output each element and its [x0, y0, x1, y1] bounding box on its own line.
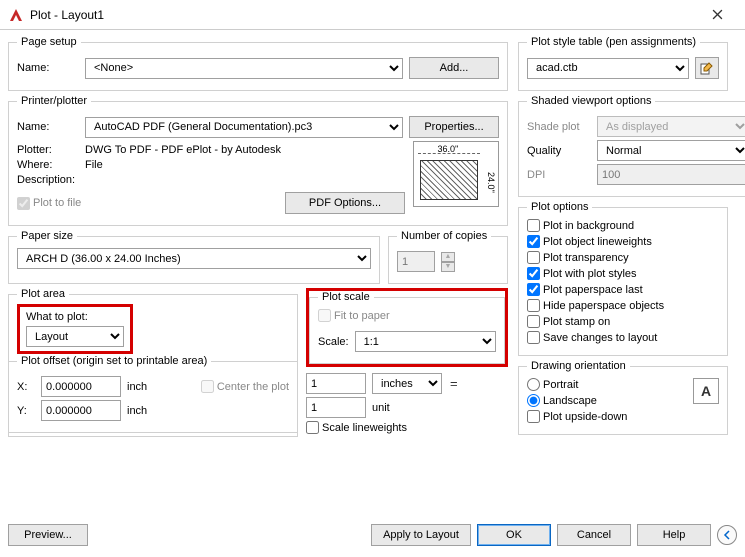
app-icon: [8, 7, 24, 23]
cancel-button[interactable]: Cancel: [557, 524, 631, 546]
page-setup-name-label: Name:: [17, 62, 79, 74]
shade-plot-label: Shade plot: [527, 121, 591, 133]
plot-scale-legend: Plot scale: [318, 291, 374, 303]
collapse-button[interactable]: [717, 525, 737, 545]
fit-to-paper-checkbox: Fit to paper: [318, 309, 390, 322]
scale-select[interactable]: 1:1: [355, 331, 496, 352]
close-button[interactable]: [697, 1, 737, 29]
paper-size-select[interactable]: ARCH D (36.00 x 24.00 Inches): [17, 248, 371, 269]
plotter-label: Plotter:: [17, 144, 79, 156]
printer-name-label: Name:: [17, 121, 79, 133]
copies-down: ▼: [441, 262, 455, 272]
plot-scale-wrap: Plot scale Fit to paper Scale: 1:1: [306, 288, 508, 437]
ok-button[interactable]: OK: [477, 524, 551, 546]
footer: Preview... Apply to Layout OK Cancel Hel…: [0, 520, 745, 554]
copies-input: [397, 251, 435, 272]
preview-button[interactable]: Preview...: [8, 524, 88, 546]
fit-to-paper-input: [318, 309, 331, 322]
copies-spinner: ▲ ▼: [441, 252, 455, 272]
plot-bg-checkbox[interactable]: Plot in background: [527, 219, 634, 232]
scale-label: Scale:: [318, 336, 349, 348]
quality-select[interactable]: Normal: [597, 140, 745, 161]
scale-lineweights-checkbox[interactable]: Scale lineweights: [306, 421, 407, 434]
properties-button[interactable]: Properties...: [409, 116, 499, 138]
plot-styles-checkbox[interactable]: Plot with plot styles: [527, 267, 637, 280]
where-value: File: [85, 159, 103, 171]
scale-num-input[interactable]: [306, 373, 366, 394]
help-button[interactable]: Help: [637, 524, 711, 546]
plot-stamp-checkbox[interactable]: Plot stamp on: [527, 315, 610, 328]
add-button[interactable]: Add...: [409, 57, 499, 79]
plot-options-legend: Plot options: [527, 201, 592, 213]
description-label: Description:: [17, 174, 79, 186]
plot-style-select[interactable]: acad.ctb: [527, 58, 689, 79]
apply-to-layout-button[interactable]: Apply to Layout: [371, 524, 471, 546]
portrait-radio[interactable]: Portrait: [527, 378, 578, 391]
where-label: Where:: [17, 159, 79, 171]
hide-paperspace-checkbox[interactable]: Hide paperspace objects: [527, 299, 664, 312]
orientation-legend: Drawing orientation: [527, 360, 630, 372]
orientation-icon: A: [693, 378, 719, 404]
printer-group: Printer/plotter Name: AutoCAD PDF (Gener…: [8, 95, 508, 226]
plot-style-group: Plot style table (pen assignments) acad.…: [518, 36, 728, 91]
plot-scale-highlight: Plot scale Fit to paper Scale: 1:1: [306, 288, 508, 367]
shaded-legend: Shaded viewport options: [527, 95, 655, 107]
plot-to-file-input: [17, 197, 30, 210]
shaded-group: Shaded viewport options Shade plot As di…: [518, 95, 745, 197]
window-title: Plot - Layout1: [30, 8, 104, 22]
copies-up: ▲: [441, 252, 455, 262]
pdf-options-button[interactable]: PDF Options...: [285, 192, 405, 214]
copies-group: Number of copies ▲ ▼: [388, 230, 508, 284]
plot-lw-checkbox[interactable]: Plot object lineweights: [527, 235, 652, 248]
plot-area-legend: Plot area: [17, 288, 69, 300]
what-to-plot-select[interactable]: Layout: [26, 326, 124, 347]
dpi-input: [597, 164, 745, 185]
scale-den-input[interactable]: [306, 397, 366, 418]
plot-area-group: Plot area What to plot: Layout: [8, 288, 298, 437]
paper-size-legend: Paper size: [17, 230, 77, 242]
upside-down-checkbox[interactable]: Plot upside-down: [527, 410, 627, 423]
unit-label: unit: [372, 402, 390, 414]
plotter-value: DWG To PDF - PDF ePlot - by Autodesk: [85, 144, 281, 156]
page-setup-name-select[interactable]: <None>: [85, 58, 403, 79]
scale-lineweights-input[interactable]: [306, 421, 319, 434]
plot-trans-checkbox[interactable]: Plot transparency: [527, 251, 629, 264]
printer-name-select[interactable]: AutoCAD PDF (General Documentation).pc3: [85, 117, 403, 138]
plot-options-group: Plot options Plot in background Plot obj…: [518, 201, 728, 356]
page-setup-group: Page setup Name: <None> Add...: [8, 36, 508, 91]
dpi-label: DPI: [527, 169, 591, 181]
printer-legend: Printer/plotter: [17, 95, 91, 107]
landscape-radio[interactable]: Landscape: [527, 394, 597, 407]
orientation-group: Drawing orientation Portrait Landscape P…: [518, 360, 728, 435]
quality-label: Quality: [527, 145, 591, 157]
shade-plot-select: As displayed: [597, 116, 745, 137]
save-layout-checkbox[interactable]: Save changes to layout: [527, 331, 657, 344]
plot-style-edit-button[interactable]: [695, 57, 719, 79]
preview-height: 24.0'': [486, 172, 496, 193]
plot-paperspace-checkbox[interactable]: Plot paperspace last: [527, 283, 643, 296]
copies-legend: Number of copies: [397, 230, 491, 242]
what-to-plot-label: What to plot:: [26, 311, 124, 323]
what-to-plot-highlight: What to plot: Layout: [17, 304, 133, 354]
paper-preview: 36.0'' 24.0'': [413, 141, 499, 207]
equals-icon: =: [448, 376, 460, 391]
paper-size-group: Paper size ARCH D (36.00 x 24.00 Inches): [8, 230, 380, 284]
page-setup-legend: Page setup: [17, 36, 81, 48]
titlebar: Plot - Layout1: [0, 0, 745, 30]
scale-unit-select[interactable]: inches: [372, 373, 442, 394]
plot-to-file-checkbox: Plot to file: [17, 197, 81, 210]
plot-style-legend: Plot style table (pen assignments): [527, 36, 700, 48]
